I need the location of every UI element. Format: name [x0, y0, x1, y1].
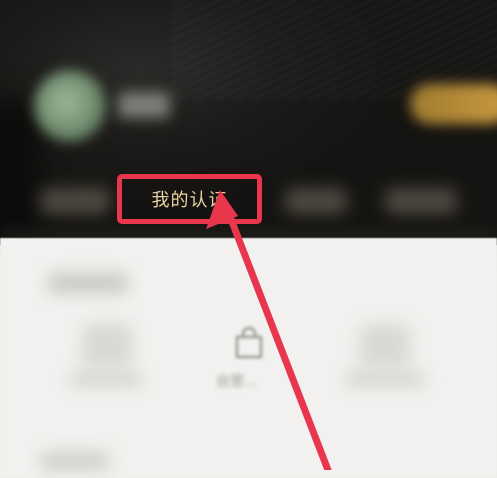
bottom-item-blurred: [40, 452, 110, 470]
feature-label-blurred-right: [345, 372, 425, 386]
feature-label-self-operated: 自营...: [216, 374, 258, 390]
shopping-bag-icon[interactable]: [232, 326, 266, 360]
feature-item-blurred-left[interactable]: [82, 324, 132, 368]
feature-item-blurred-right[interactable]: [360, 324, 410, 368]
avatar[interactable]: [34, 70, 106, 142]
header-tab-blurred-2[interactable]: [285, 188, 347, 214]
my-certification-label: 我的认证: [151, 190, 228, 211]
header-tab-blurred-1[interactable]: [40, 188, 110, 214]
header-shadow: [0, 100, 40, 245]
my-certification-button[interactable]: 我的认证: [117, 174, 262, 224]
feature-label-blurred-left: [70, 372, 142, 386]
header-tab-blurred-3[interactable]: [385, 188, 457, 214]
section-title-blurred: [48, 273, 128, 293]
user-name-blurred: [118, 92, 170, 118]
vip-badge-blurred[interactable]: [410, 84, 497, 124]
